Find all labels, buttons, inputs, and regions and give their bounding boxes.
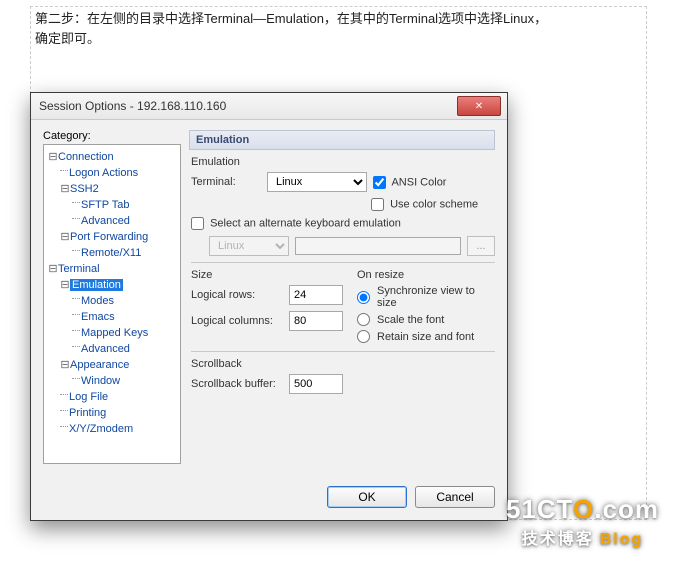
tree-ssh2[interactable]: SSH2 [70, 183, 99, 195]
cancel-button[interactable]: Cancel [415, 486, 495, 508]
tree-emulation-selected[interactable]: Emulation [70, 279, 123, 291]
alt-keyboard-checkbox[interactable] [191, 217, 204, 230]
tree-modes[interactable]: Modes [81, 295, 114, 307]
alt-keyboard-option[interactable]: Select an alternate keyboard emulation [191, 217, 401, 230]
tree-window[interactable]: Window [81, 375, 120, 387]
tree-mapped-keys[interactable]: Mapped Keys [81, 327, 148, 339]
tree-log-file[interactable]: Log File [69, 391, 108, 403]
watermark-sub2: Blog [600, 531, 644, 548]
panel-header: Emulation [189, 130, 495, 150]
onresize-section-title: On resize [357, 269, 495, 281]
color-scheme-label: Use color scheme [390, 198, 478, 210]
instruction-line1: 第二步：在左侧的目录中选择Terminal—Emulation，在其中的Term… [35, 11, 547, 26]
retain-label: Retain size and font [377, 331, 474, 343]
sync-radio[interactable] [357, 291, 370, 304]
close-icon: ✕ [475, 101, 483, 112]
logical-cols-label: Logical columns: [191, 315, 283, 327]
scrollback-buffer-label: Scrollback buffer: [191, 378, 283, 390]
logical-rows-label: Logical rows: [191, 289, 283, 301]
watermark-sub1: 技术博客 [522, 531, 594, 548]
emulation-section-title: Emulation [191, 156, 495, 168]
logical-rows-input[interactable] [289, 285, 343, 305]
alt-keyboard-path [295, 237, 461, 255]
browse-button: ... [467, 236, 495, 256]
tree-advanced-emul[interactable]: Advanced [81, 343, 130, 355]
sync-label: Synchronize view to size [377, 285, 495, 309]
terminal-select[interactable]: Linux [267, 172, 367, 192]
size-section-title: Size [191, 269, 343, 281]
dialog-footer: OK Cancel [31, 476, 507, 520]
color-scheme-option[interactable]: Use color scheme [371, 198, 478, 211]
tree-connection[interactable]: Connection [58, 151, 114, 163]
color-scheme-checkbox[interactable] [371, 198, 384, 211]
ansi-color-label: ANSI Color [391, 176, 446, 188]
category-tree[interactable]: ⊟Connection Logon Actions ⊟SSH2 SFTP Tab… [43, 144, 181, 464]
scale-font-radio[interactable] [357, 313, 370, 326]
tree-emacs[interactable]: Emacs [81, 311, 115, 323]
ansi-color-checkbox[interactable] [373, 176, 386, 189]
alt-keyboard-select: Linux [209, 236, 289, 256]
logical-cols-input[interactable] [289, 311, 343, 331]
ansi-color-option[interactable]: ANSI Color [373, 176, 446, 189]
watermark-brand-dot: O [573, 494, 594, 524]
terminal-label: Terminal: [191, 176, 261, 188]
retain-radio[interactable] [357, 330, 370, 343]
watermark-brand-post: .com [594, 494, 659, 524]
tree-terminal[interactable]: Terminal [58, 263, 100, 275]
titlebar: Session Options - 192.168.110.160 ✕ [31, 93, 507, 120]
tree-port-forwarding[interactable]: Port Forwarding [70, 231, 148, 243]
tree-advanced-ssh[interactable]: Advanced [81, 215, 130, 227]
tree-logon-actions[interactable]: Logon Actions [69, 167, 138, 179]
tree-remote-x11[interactable]: Remote/X11 [81, 247, 141, 259]
tree-xyzmodem[interactable]: X/Y/Zmodem [69, 423, 133, 435]
scrollback-section-title: Scrollback [191, 358, 495, 370]
scrollback-buffer-input[interactable] [289, 374, 343, 394]
tree-appearance[interactable]: Appearance [70, 359, 129, 371]
session-options-dialog: Session Options - 192.168.110.160 ✕ Cate… [30, 92, 508, 521]
tree-sftp-tab[interactable]: SFTP Tab [81, 199, 130, 211]
watermark-logo: 51CTO.com 技术博客 Blog [506, 494, 659, 549]
scale-font-label: Scale the font [377, 314, 444, 326]
tree-printing[interactable]: Printing [69, 407, 106, 419]
category-label: Category: [43, 130, 181, 142]
close-button[interactable]: ✕ [457, 96, 501, 116]
alt-keyboard-label: Select an alternate keyboard emulation [210, 217, 401, 229]
instruction-line2: 确定即可。 [35, 31, 100, 46]
ok-button[interactable]: OK [327, 486, 407, 508]
dialog-title: Session Options - 192.168.110.160 [39, 99, 457, 113]
watermark-brand-pre: 51CT [506, 494, 573, 524]
